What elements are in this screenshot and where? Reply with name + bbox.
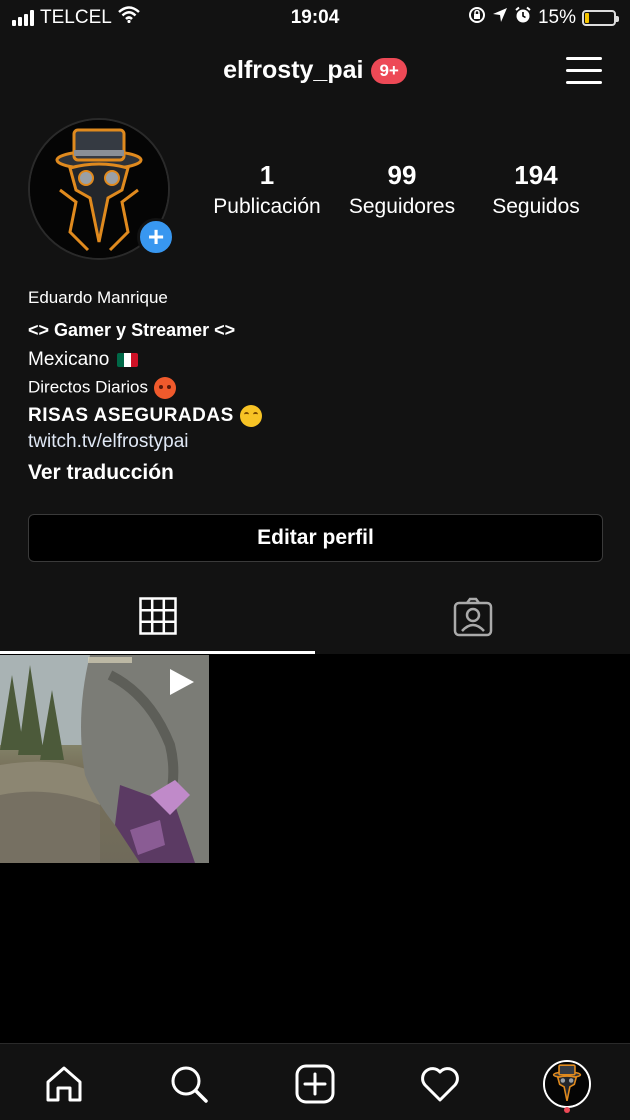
bio-link[interactable]: twitch.tv/elfrostypai	[28, 431, 608, 453]
plague-doctor-avatar	[545, 1062, 589, 1106]
location-icon	[492, 7, 508, 29]
bio-line: RISAS ASEGURADAS	[28, 405, 608, 427]
bio-line: <> Gamer y Streamer <>	[28, 320, 236, 340]
bio-line: Mexicano	[28, 349, 608, 371]
stat-value: 194	[514, 160, 558, 190]
alarm-icon	[514, 6, 532, 30]
hot-face-emoji	[153, 377, 176, 399]
home-icon[interactable]	[40, 1060, 88, 1108]
new-post-icon[interactable]	[291, 1060, 339, 1108]
bio-line: Directos Diarios	[28, 377, 608, 399]
notification-dot	[564, 1107, 570, 1113]
bottom-navigation	[0, 1043, 630, 1120]
stat-label: Seguidos	[492, 195, 580, 218]
grid-icon	[138, 597, 177, 640]
status-bar: TELCEL 19:04 15%	[0, 0, 630, 36]
profile-tab-avatar[interactable]	[543, 1060, 591, 1108]
following-count-stat[interactable]: 194 Seguidos	[461, 160, 611, 219]
post-thumbnail[interactable]	[0, 655, 209, 863]
bio-section: Eduardo Manrique <> Gamer y Streamer <> …	[28, 288, 608, 485]
orientation-lock-icon	[468, 6, 486, 30]
mexico-flag-emoji	[117, 352, 139, 367]
stat-value: 1	[259, 160, 275, 190]
bio-text: RISAS ASEGURADAS	[28, 405, 234, 427]
heart-icon[interactable]	[416, 1060, 464, 1108]
play-icon	[170, 669, 194, 695]
stat-value: 99	[387, 160, 417, 190]
posts-count-stat[interactable]: 1 Publicación	[192, 160, 342, 219]
add-story-button[interactable]: +	[137, 218, 175, 256]
bio-text: Directos Diarios	[28, 377, 148, 397]
stat-label: Publicación	[213, 195, 321, 218]
stat-label: Seguidores	[348, 195, 456, 218]
hamburger-menu-icon[interactable]	[566, 56, 602, 86]
tab-tagged[interactable]	[315, 586, 630, 652]
battery-icon	[582, 10, 619, 26]
tab-grid[interactable]	[0, 586, 315, 654]
hugging-face-emoji	[239, 405, 262, 427]
plus-icon: +	[147, 221, 165, 252]
bio-text: Mexicano	[28, 349, 110, 370]
profile-full-name: Eduardo Manrique	[28, 288, 168, 307]
search-icon[interactable]	[165, 1060, 213, 1108]
battery-fill	[585, 13, 589, 23]
battery-percent: 15%	[537, 7, 576, 28]
edit-profile-button[interactable]: Editar perfil	[28, 514, 603, 562]
notification-badge: 9+	[371, 57, 407, 84]
profile-username-header[interactable]: elfrosty_pai 9+	[0, 56, 630, 85]
username-title[interactable]: elfrosty_pai	[223, 56, 363, 84]
see-translation-link[interactable]: Ver traducción	[28, 461, 608, 485]
tagged-person-icon	[453, 597, 493, 642]
followers-count-stat[interactable]: 99 Seguidores	[327, 160, 477, 219]
